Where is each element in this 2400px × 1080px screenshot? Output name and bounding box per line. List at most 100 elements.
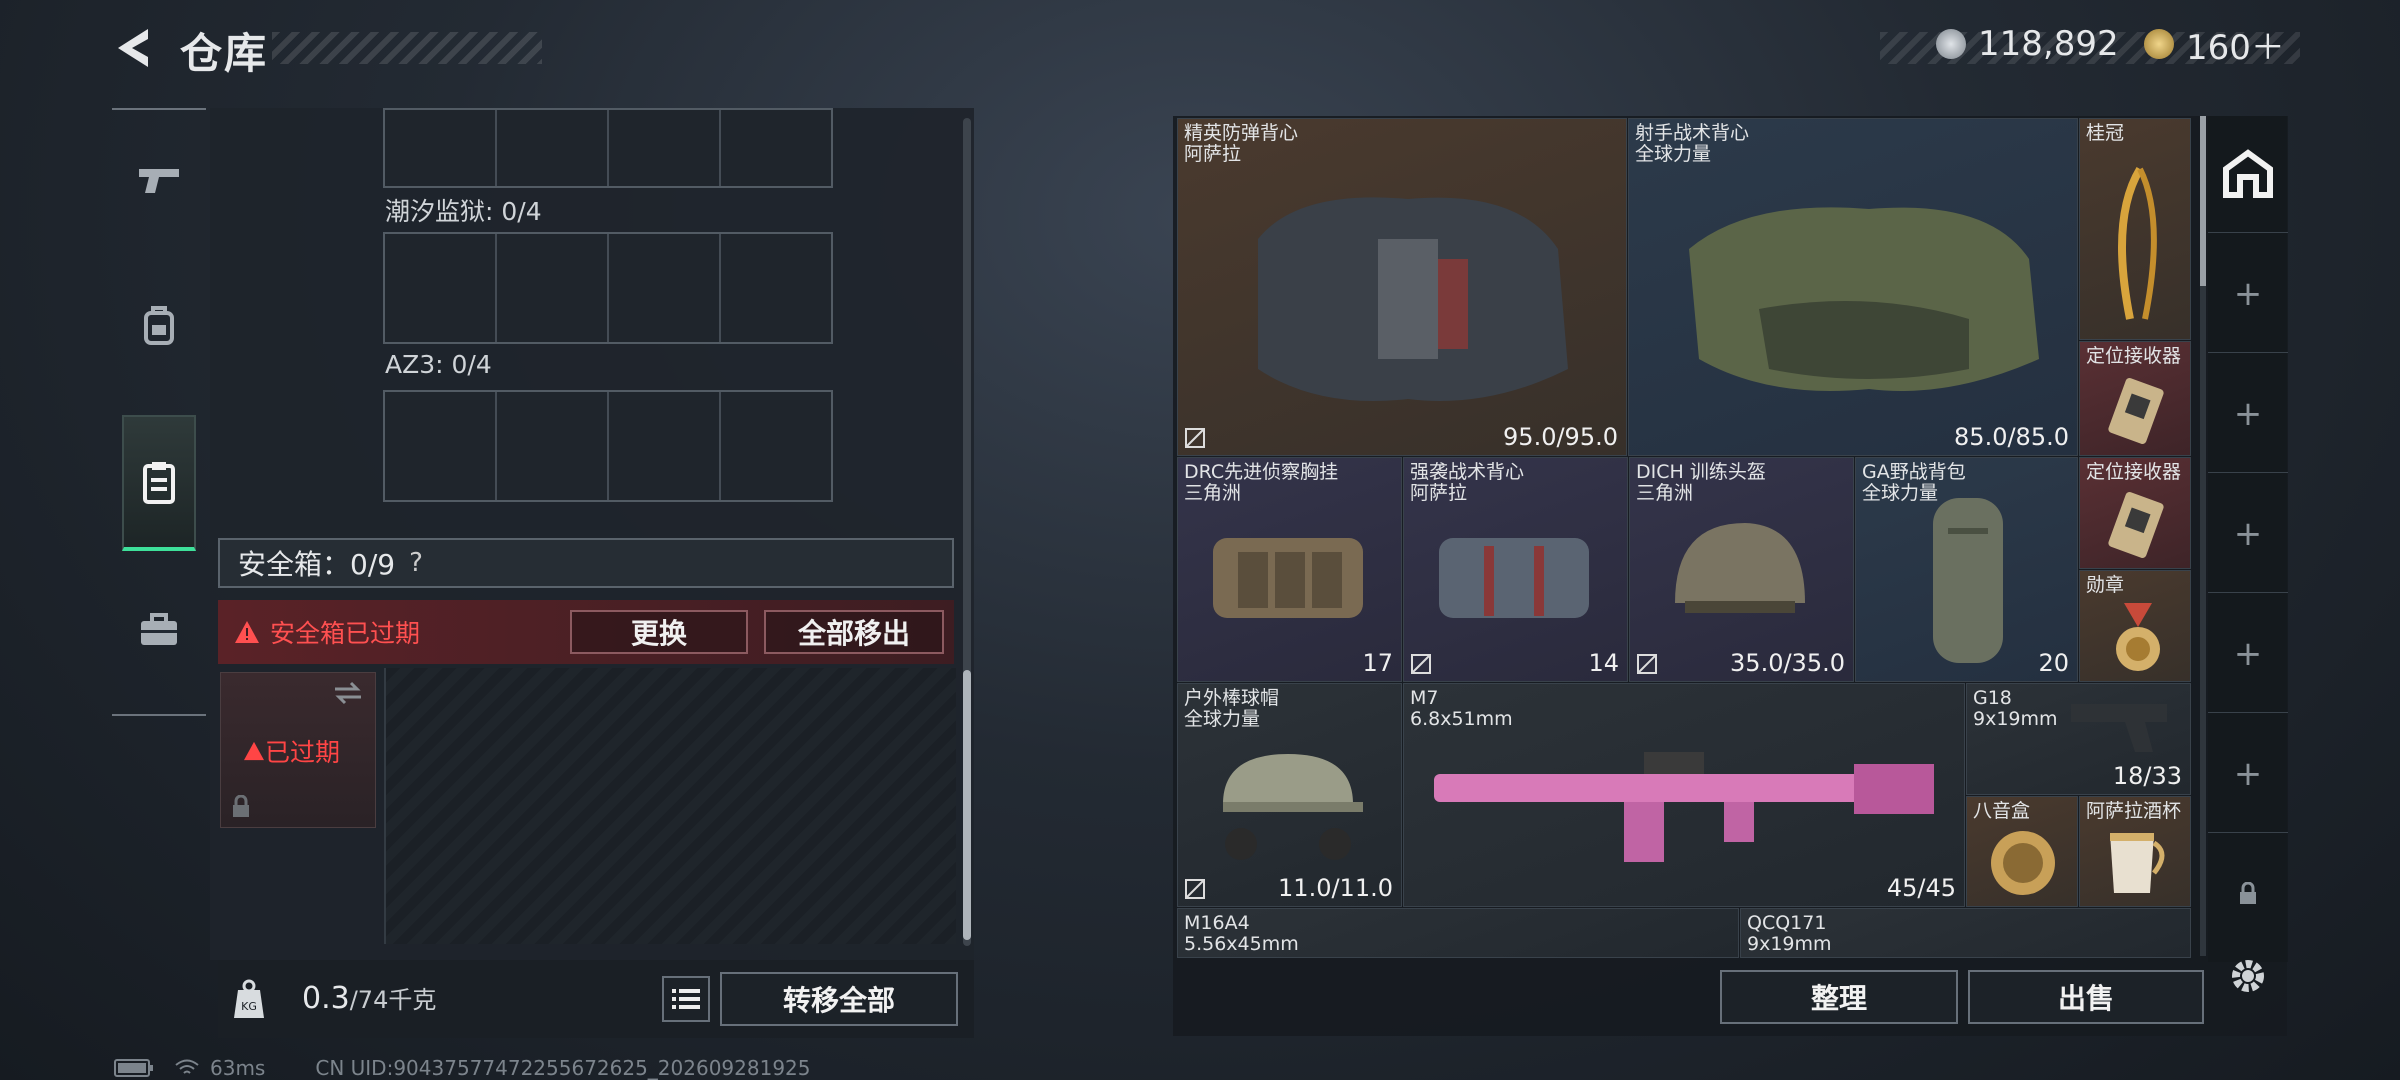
remove-all-button[interactable]: 全部移出 — [764, 610, 944, 654]
duffel-backpack-image — [1933, 498, 2003, 663]
warehouse-tab-add-3[interactable]: + — [2208, 476, 2288, 593]
item-name: DICH 训练头盔 三角洲 — [1636, 461, 1766, 504]
rail-backpack[interactable] — [122, 265, 196, 385]
status-bar: 63ms CN UID:9043757747225567262​5_202609… — [114, 1056, 811, 1080]
section-label-tidal-prison: 潮汐监狱: 0/4 — [385, 197, 542, 226]
plus-icon: + — [2233, 394, 2263, 434]
camo-vest-image — [1689, 207, 2039, 391]
sort-button[interactable]: 整理 — [1720, 970, 1958, 1024]
currency-gold[interactable]: 160＋ — [2144, 20, 2285, 68]
list-view-button[interactable] — [662, 976, 710, 1022]
item-capacity: 14 — [1588, 649, 1619, 677]
container-grid-tidal-prison[interactable] — [383, 232, 833, 344]
currency-silver[interactable]: 118,892 — [1936, 20, 2119, 68]
item-locator-receiver-2[interactable]: 定位接收器 — [2079, 457, 2191, 569]
battery-icon — [114, 1059, 153, 1077]
weight-max: /74千克 — [349, 986, 437, 1014]
safe-box-bar: 安全箱：0/9 ? — [218, 538, 954, 588]
section-label-az3: AZ3: 0/4 — [385, 350, 492, 379]
plus-icon: + — [2233, 754, 2263, 794]
item-music-box[interactable]: 八音盒 — [1966, 796, 2078, 907]
container-grid-top[interactable] — [383, 108, 833, 188]
item-baseball-cap[interactable]: 户外棒球帽 全球力量 11.0/11.0 — [1177, 683, 1402, 907]
item-dich-helmet[interactable]: DICH 训练头盔 三角洲 35.0/35.0 — [1629, 457, 1854, 682]
transfer-all-button[interactable]: 转移全部 — [720, 972, 958, 1026]
item-assault-vest[interactable]: 强袭战术背心 阿萨拉 14 — [1403, 457, 1628, 682]
item-g18-pistol[interactable]: G18 9x19mm 18/33 — [1966, 683, 2191, 795]
warehouse-tab-add-1[interactable]: + — [2208, 236, 2288, 353]
wifi-icon — [175, 1059, 199, 1074]
title-decoration — [272, 32, 542, 64]
item-m7-rifle[interactable]: M7 6.8x51mm 45/45 — [1403, 683, 1965, 907]
plus-icon: + — [2233, 634, 2263, 674]
weight-current: 0.3 — [302, 981, 350, 1016]
safe-box-grid[interactable] — [384, 668, 956, 944]
item-drc-chest-rig[interactable]: DRC先进侦察胸挂 三角洲 17 — [1177, 457, 1402, 682]
item-elite-vest[interactable]: 精英防弹背心 阿萨拉 95.0/95.0 — [1177, 118, 1627, 456]
list-icon — [672, 989, 700, 1009]
backpack-icon — [144, 306, 174, 345]
category-rail — [112, 108, 206, 716]
ping-text: 63ms — [210, 1056, 266, 1080]
warehouse-tab-add-2[interactable]: + — [2208, 356, 2288, 473]
replace-button[interactable]: 更换 — [570, 610, 748, 654]
item-ammo: 18/33 — [2112, 762, 2182, 790]
safe-case-tile[interactable]: 已过期 — [220, 672, 376, 828]
item-durability: 95.0/95.0 — [1503, 423, 1618, 451]
weight-bar: KG 0.3/74千克 转移全部 — [218, 960, 974, 1038]
warehouse-tab-add-4[interactable]: + — [2208, 596, 2288, 713]
warning-text: 安全箱已过期 — [270, 619, 421, 648]
rail-weapons[interactable] — [122, 120, 196, 240]
left-scrollbar-thumb[interactable] — [963, 670, 971, 940]
item-locator-receiver[interactable]: 定位接收器 — [2079, 341, 2191, 456]
no-insure-icon — [1411, 654, 1431, 674]
item-name: 定位接收器 — [2086, 461, 2182, 483]
clipboard-icon — [143, 462, 175, 504]
rail-toolbox[interactable] — [122, 570, 196, 690]
settings-button[interactable] — [2224, 952, 2272, 1000]
item-name: QCQ171 9x19mm — [1747, 912, 1832, 955]
item-qcq171-smg[interactable]: QCQ171 9x19mm — [1740, 908, 2191, 958]
weight-kg-icon: KG — [234, 979, 264, 1018]
gold-coin-icon — [2144, 29, 2174, 59]
pink-rifle-image — [1434, 752, 1934, 862]
toolbox-icon — [141, 613, 177, 645]
warehouse-tab-locked[interactable] — [2208, 836, 2288, 952]
rail-safe-case[interactable] — [122, 415, 196, 551]
cup-image — [2110, 833, 2165, 893]
weight-readout: 0.3/74千克 — [302, 980, 436, 1016]
sell-button[interactable]: 出售 — [1968, 970, 2204, 1024]
back-button[interactable] — [108, 22, 156, 74]
pistol-icon — [139, 169, 179, 193]
item-laurel[interactable]: 桂冠 — [2079, 118, 2191, 340]
lock-icon — [233, 795, 249, 817]
expired-badge: 已过期 — [243, 733, 340, 769]
item-marksman-vest[interactable]: 射手战术背心 全球力量 85.0/85.0 — [1628, 118, 2078, 456]
item-name: 强袭战术背心 阿萨拉 — [1410, 461, 1525, 504]
item-durability: 35.0/35.0 — [1730, 649, 1845, 677]
warehouse-tab-add-5[interactable]: + — [2208, 716, 2288, 833]
chest-rig-image — [1213, 538, 1363, 618]
warning-icon — [235, 621, 259, 643]
armor-vest-image — [1258, 197, 1568, 401]
gold-amount: 160＋ — [2186, 27, 2285, 68]
container-grid-az3[interactable] — [383, 390, 833, 502]
item-name: G18 9x19mm — [1973, 687, 2058, 730]
item-ga-backpack[interactable]: GA野战背包 全球力量 20 — [1855, 457, 2078, 682]
item-ammo: 45/45 — [1886, 874, 1956, 902]
warehouse-tab-main[interactable] — [2208, 116, 2288, 233]
safe-box-label: 安全箱：0/9 — [238, 548, 396, 581]
item-name: DRC先进侦察胸挂 三角洲 — [1184, 461, 1339, 504]
item-asala-cup[interactable]: 阿萨拉酒杯 — [2079, 796, 2191, 907]
lock-icon — [2240, 882, 2256, 904]
plus-icon: + — [2233, 514, 2263, 554]
item-name: 射手战术背心 全球力量 — [1635, 122, 1750, 165]
item-medal[interactable]: 勋章 — [2079, 570, 2191, 682]
no-insure-icon — [1185, 428, 1205, 448]
warehouse-scrollbar-thumb[interactable] — [2200, 116, 2206, 286]
svg-text:KG: KG — [241, 1000, 257, 1013]
receiver-image — [2108, 378, 2164, 444]
item-m16a4-rifle[interactable]: M16A4 5.56x45mm — [1177, 908, 1739, 958]
item-name: 阿萨拉酒杯 — [2086, 800, 2182, 822]
help-icon[interactable]: ? — [409, 548, 423, 578]
